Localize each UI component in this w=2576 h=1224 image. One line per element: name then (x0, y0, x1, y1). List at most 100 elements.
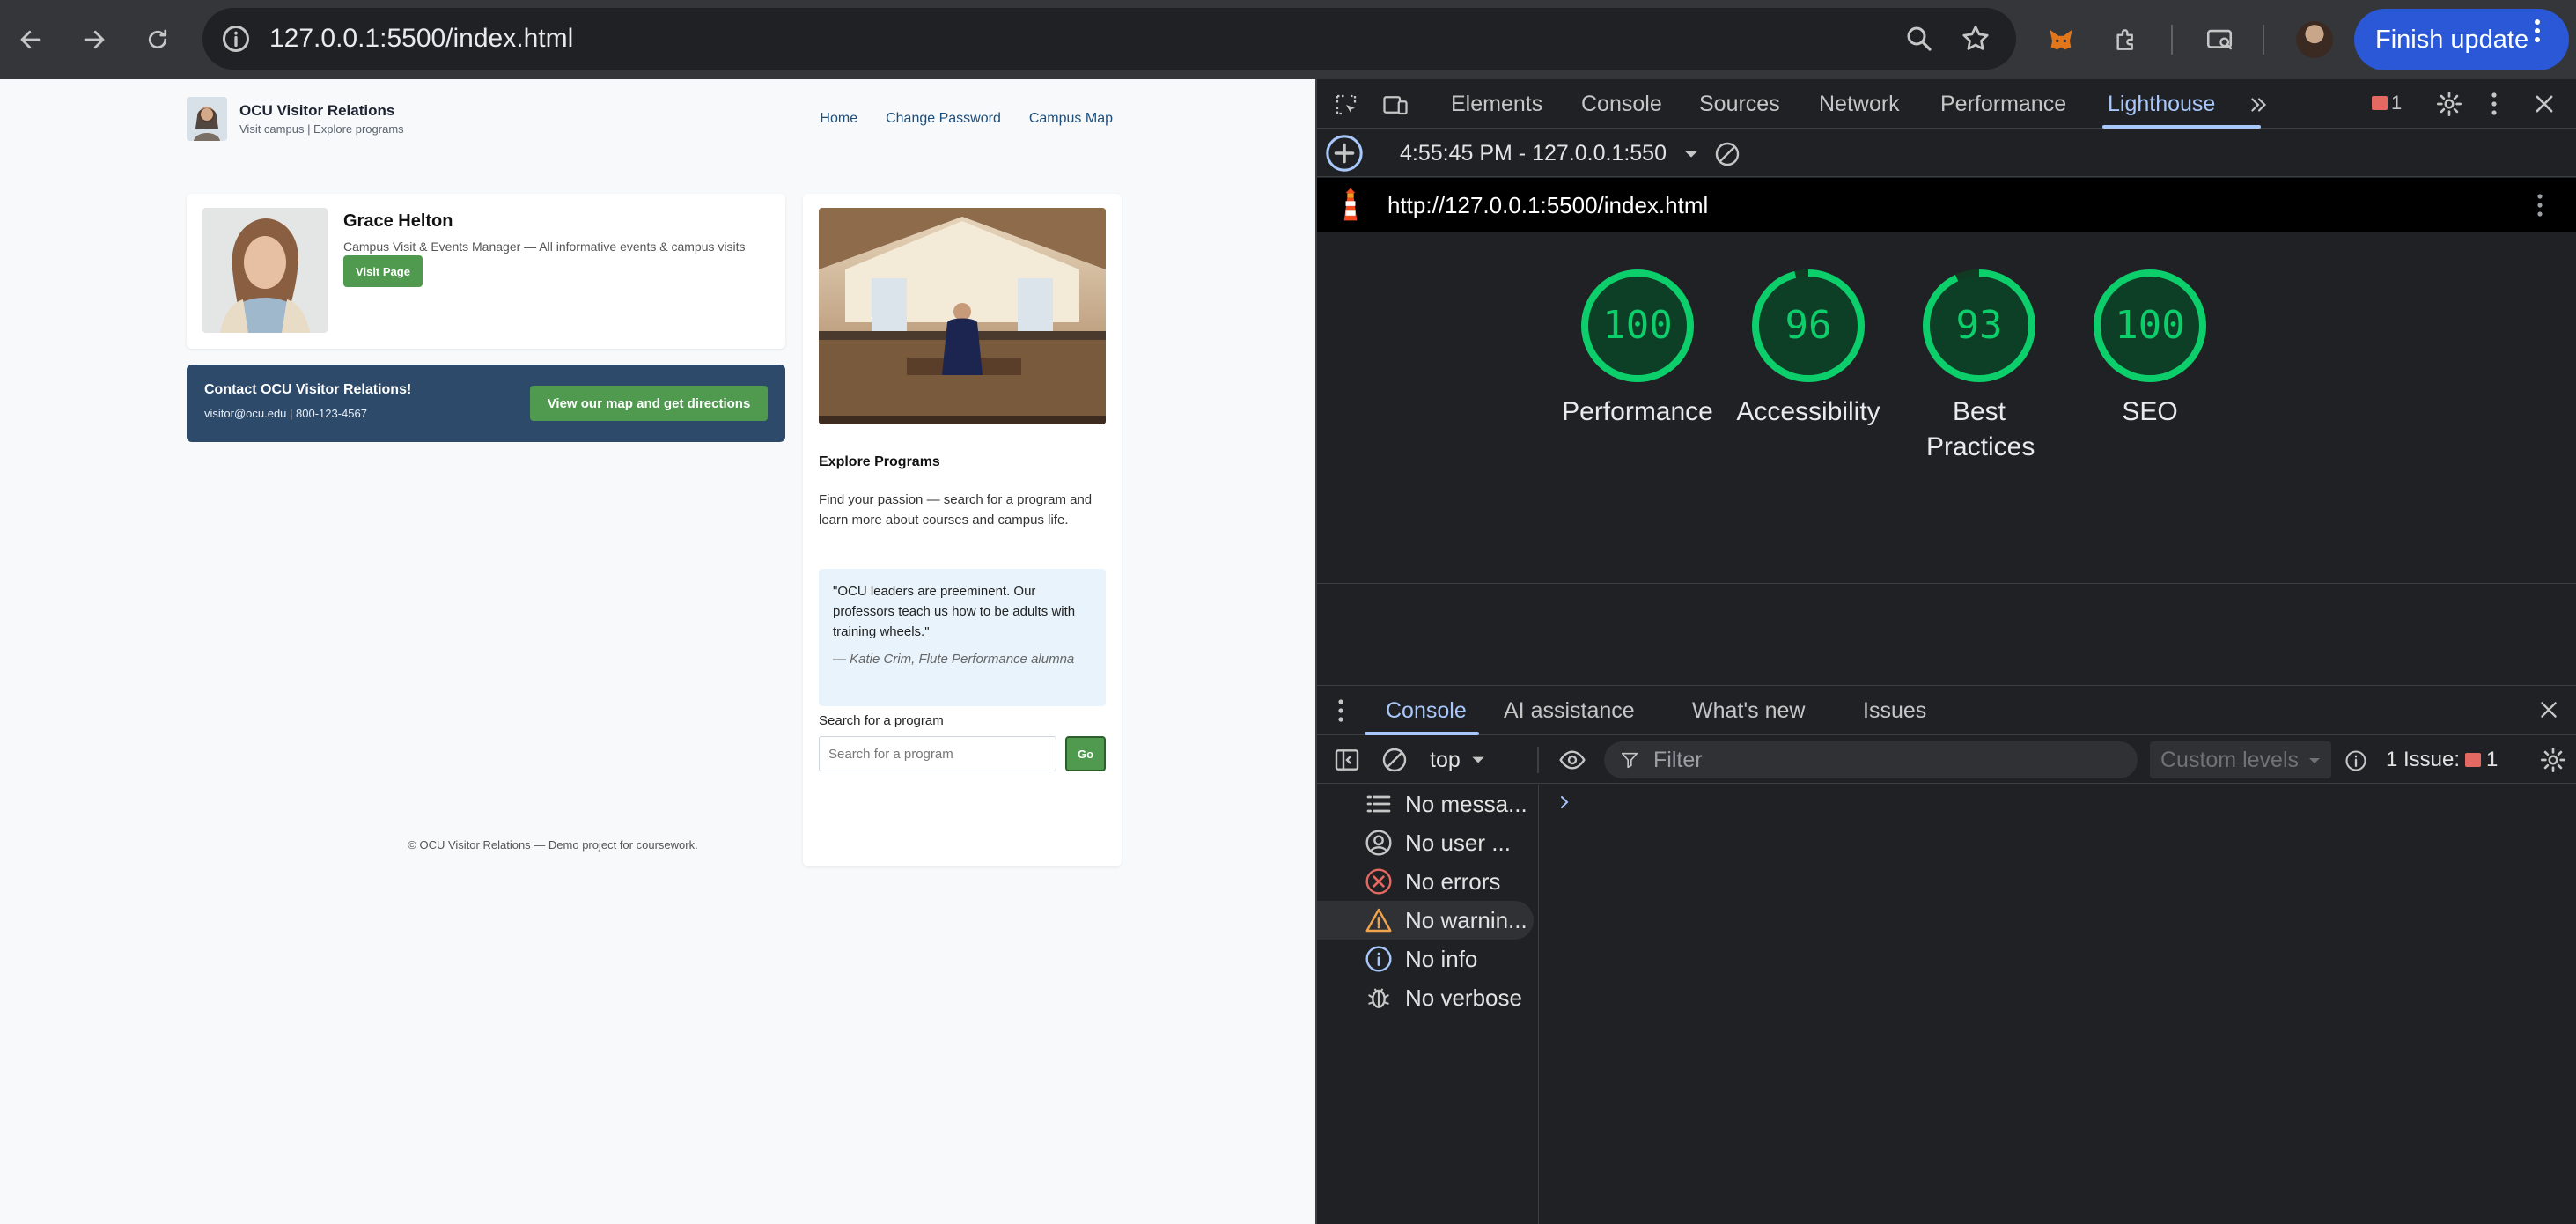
console-filter-input[interactable]: Filter (1604, 741, 2138, 778)
tab-sources[interactable]: Sources (1699, 79, 1780, 129)
contact-info: visitor@ocu.edu | 800-123-4567 (204, 407, 367, 420)
sidebar-item-label: No user ... (1405, 830, 1511, 856)
browser-menu-button[interactable] (2520, 0, 2555, 62)
sidebar-toggle-icon[interactable] (1333, 746, 1361, 774)
back-button[interactable] (11, 19, 51, 60)
reload-button[interactable] (137, 19, 178, 60)
program-search-go-button[interactable]: Go (1065, 736, 1106, 771)
chevron-down-icon (1684, 151, 1698, 158)
drawer-menu-icon[interactable] (1336, 697, 1345, 724)
lighthouse-report-bar: 4:55:45 PM - 127.0.0.1:550 (1317, 129, 2576, 177)
close-devtools-icon[interactable] (2532, 92, 2557, 116)
report-selector[interactable]: 4:55:45 PM - 127.0.0.1:550 (1400, 129, 1701, 177)
issue-flag-icon (2465, 753, 2482, 767)
clear-console-icon[interactable] (1380, 746, 1409, 774)
tab-elements[interactable]: Elements (1451, 79, 1542, 129)
visit-page-button[interactable]: Visit Page (343, 255, 423, 287)
nav-link-change-password[interactable]: Change Password (886, 111, 1001, 127)
forward-button[interactable] (74, 19, 114, 60)
zoom-icon[interactable] (1903, 23, 1935, 55)
devtools-panel: Elements Console Sources Network Perform… (1315, 79, 2576, 1224)
score-label: Best Practices (1926, 397, 2035, 461)
drawer-active-indicator (1365, 732, 1479, 735)
console-settings-icon[interactable] (2539, 746, 2567, 774)
tab-performance[interactable]: Performance (1940, 79, 2066, 129)
score-label: Performance (1562, 397, 1713, 426)
clear-reports-icon[interactable] (1713, 140, 1741, 168)
issue-flag-icon (2372, 96, 2388, 110)
lighthouse-url-bar: http://127.0.0.1:5500/index.html (1317, 178, 2576, 232)
sidebar-item-label: No info (1405, 946, 1478, 972)
drawer-tab-issues[interactable]: Issues (1863, 686, 1926, 735)
cast-screen-icon (2206, 29, 2233, 50)
info-icon (1365, 946, 1392, 972)
report-menu-icon[interactable] (2536, 192, 2544, 218)
score-gauge-best-practices[interactable]: 93 Best Practices (1900, 268, 2058, 465)
tab-network[interactable]: Network (1819, 79, 1900, 129)
device-toolbar-icon[interactable] (1382, 92, 1409, 118)
console-prompt-chevron-icon[interactable] (1557, 792, 1574, 813)
new-report-plus-icon[interactable] (1324, 133, 1365, 173)
quote-text: "OCU leaders are preeminent. Our profess… (833, 584, 1076, 639)
score-gauge-seo[interactable]: 100 SEO (2071, 268, 2229, 430)
live-expression-eye-icon[interactable] (1557, 746, 1588, 774)
explore-programs-title: Explore Programs (819, 454, 940, 469)
sidebar-item-user-messages[interactable]: No user ... (1317, 823, 1534, 862)
profile-avatar[interactable] (2296, 21, 2333, 58)
console-drawer: Console AI assistance What's new Issues … (1317, 685, 2576, 1224)
issues-counter[interactable]: 1 Issue: 1 (2386, 736, 2498, 784)
map-directions-button[interactable]: View our map and get directions (530, 386, 768, 421)
log-levels-dropdown[interactable]: Custom levels (2150, 741, 2331, 778)
sidebar-item-label: No verbose (1405, 984, 1522, 1011)
more-tabs-chevron-icon[interactable] (2247, 93, 2271, 116)
browser-toolbar: 127.0.0.1:5500/index.html Finish update (0, 0, 2576, 79)
score-value: 96 (1785, 303, 1832, 348)
toolbar-divider (1537, 747, 1539, 773)
issues-badge[interactable]: 1 (2372, 92, 2402, 114)
drawer-tab-whats-new[interactable]: What's new (1692, 686, 1805, 735)
nav-link-campus-map[interactable]: Campus Map (1029, 111, 1113, 127)
toolbar-divider (2263, 25, 2264, 55)
tab-lighthouse[interactable]: Lighthouse (2108, 79, 2215, 129)
tab-console[interactable]: Console (1581, 79, 1662, 129)
contact-banner: Contact OCU Visitor Relations! visitor@o… (187, 365, 785, 442)
program-search-input[interactable] (819, 736, 1056, 771)
testimonial-quote: "OCU leaders are preeminent. Our profess… (819, 569, 1106, 706)
tab-search-button[interactable] (2199, 19, 2240, 60)
address-bar[interactable]: 127.0.0.1:5500/index.html (202, 8, 2016, 70)
nav-link-home[interactable]: Home (820, 111, 857, 127)
sidebar-item-verbose[interactable]: No verbose (1317, 978, 1534, 1017)
settings-gear-icon[interactable] (2435, 90, 2463, 118)
address-url[interactable]: 127.0.0.1:5500/index.html (269, 8, 573, 70)
context-selector[interactable]: top (1430, 736, 1487, 784)
error-icon (1365, 868, 1392, 895)
active-tab-indicator (2102, 125, 2261, 129)
sidebar-item-errors[interactable]: No errors (1317, 862, 1534, 901)
score-gauge-performance[interactable]: 100 Performance (1558, 268, 1717, 430)
issues-label: 1 Issue: (2386, 748, 2461, 771)
score-gauge-accessibility[interactable]: 96 Accessibility (1729, 268, 1888, 430)
report-time-label: 4:55:45 PM - 127.0.0.1:550 (1400, 141, 1667, 166)
inspect-element-icon[interactable] (1333, 92, 1359, 118)
close-drawer-icon[interactable] (2537, 698, 2560, 721)
issues-count: 1 (2486, 748, 2499, 771)
sidebar-item-info[interactable]: No info (1317, 940, 1534, 978)
filter-funnel-icon (1621, 752, 1638, 769)
drawer-tab-console[interactable]: Console (1386, 686, 1467, 735)
staff-profile-card: Grace Helton Campus Visit & Events Manag… (187, 194, 785, 349)
site-info-icon[interactable] (220, 23, 252, 55)
issues-info-icon[interactable] (2344, 748, 2368, 773)
sidebar-item-warnings[interactable]: No warnin... (1317, 901, 1534, 940)
devtools-menu-icon[interactable] (2490, 91, 2499, 117)
explore-programs-card: Explore Programs Find your passion — sea… (803, 194, 1122, 866)
bookmark-star-icon[interactable] (1960, 23, 1991, 55)
drawer-tab-ai-assistance[interactable]: AI assistance (1504, 686, 1635, 735)
console-sidebar: No messa... No user ... No errors No war… (1317, 785, 1539, 1224)
site-logo[interactable] (187, 97, 227, 141)
sidebar-item-messages[interactable]: No messa... (1317, 785, 1534, 823)
filter-placeholder: Filter (1653, 748, 1703, 772)
toolbar-divider (2171, 25, 2173, 55)
metamask-extension-icon[interactable] (2041, 19, 2081, 60)
extensions-button[interactable] (2106, 19, 2146, 60)
puzzle-icon (2116, 29, 2133, 50)
